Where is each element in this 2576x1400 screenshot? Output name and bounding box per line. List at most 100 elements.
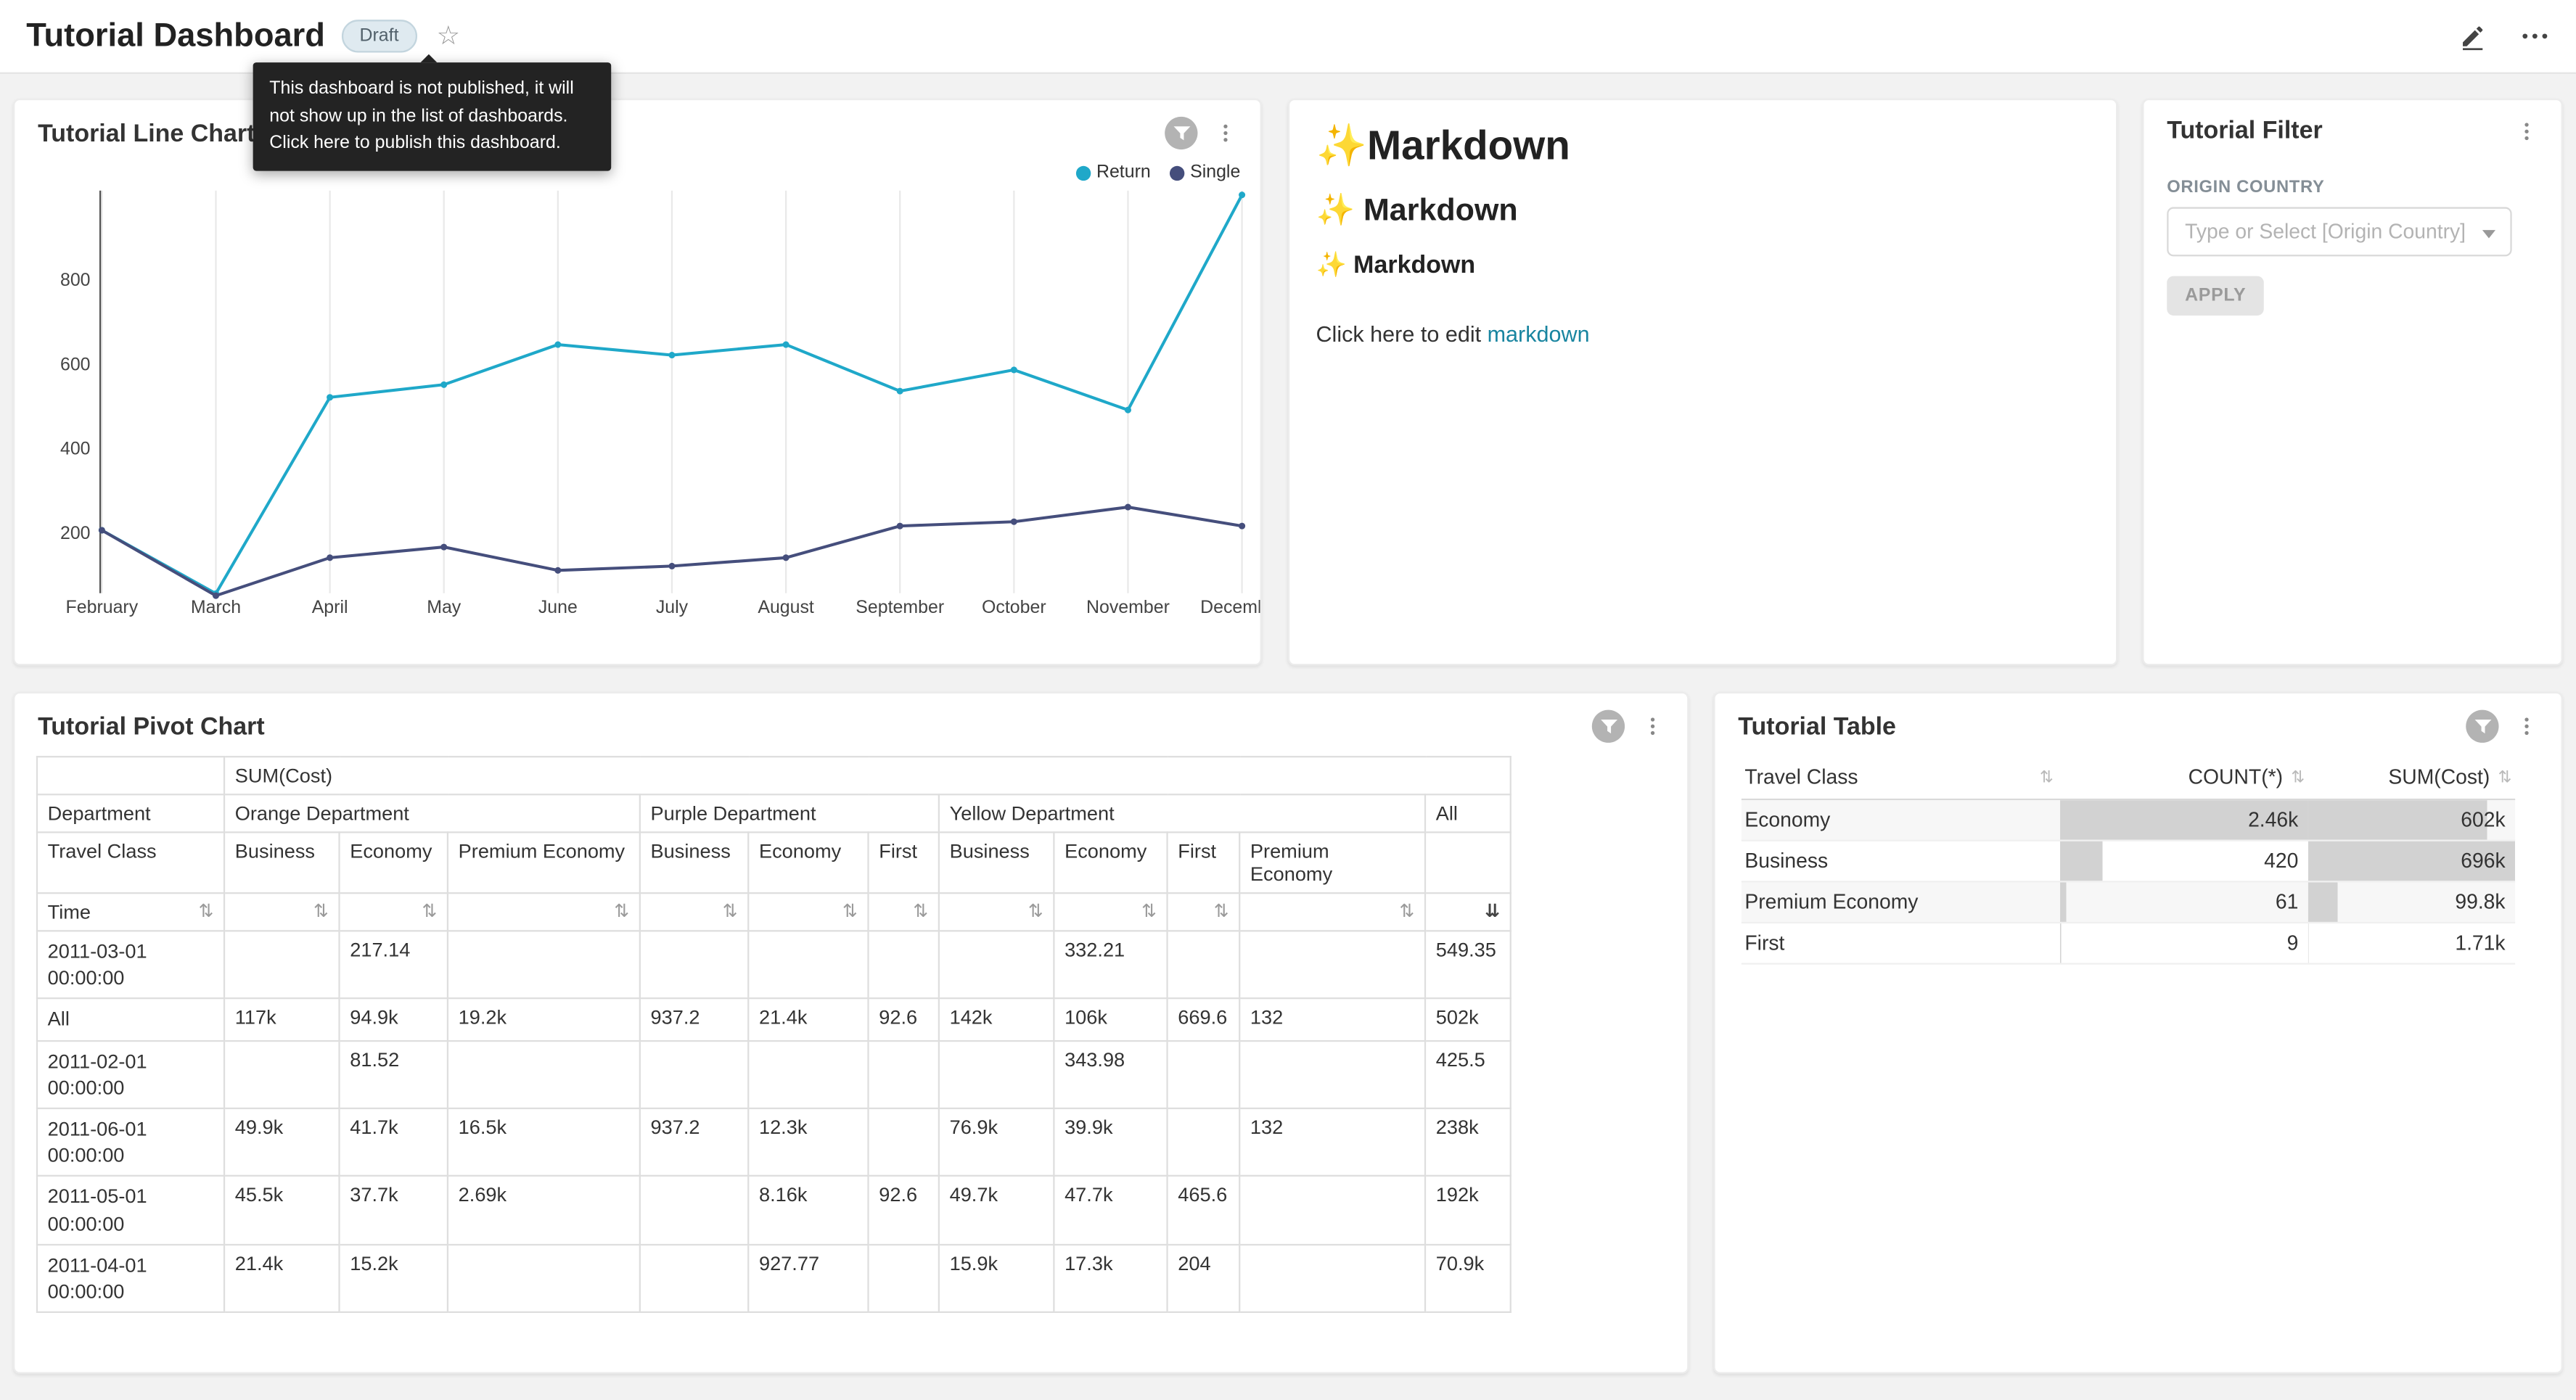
svg-text:September: September bbox=[856, 597, 944, 617]
pivot-cell bbox=[1168, 1108, 1240, 1177]
pivot-data-row: 2011-04-01 00:00:0021.4k15.2k927.7715.9k… bbox=[37, 1244, 1511, 1312]
pivot-cell bbox=[869, 1244, 939, 1312]
cell-sum-cost: 99.8k bbox=[2308, 882, 2515, 921]
favorite-star-icon[interactable]: ☆ bbox=[437, 20, 460, 52]
pivot-cell bbox=[640, 931, 748, 999]
panel-icons bbox=[2515, 119, 2538, 142]
pivot-cell: 21.4k bbox=[748, 999, 868, 1040]
cell-travel-class: Economy bbox=[1742, 800, 2060, 839]
pivot-row-label: All bbox=[37, 999, 224, 1040]
markdown-paragraph: Click here to edit markdown bbox=[1316, 322, 2089, 347]
pivot-col-header bbox=[1425, 832, 1511, 893]
pivot-cell: 37.7k bbox=[340, 1177, 448, 1245]
panel-icons bbox=[1592, 710, 1665, 743]
pivot-cell bbox=[869, 1040, 939, 1108]
svg-text:600: 600 bbox=[60, 354, 91, 374]
pivot-cell: 15.2k bbox=[340, 1244, 448, 1312]
sort-icon[interactable]: ⇅ bbox=[1141, 900, 1157, 921]
pivot-sort-cell[interactable]: ⇅ bbox=[748, 893, 868, 931]
pivot-table-wrapper[interactable]: SUM(Cost)DepartmentOrange DepartmentPurp… bbox=[36, 756, 1666, 1359]
pivot-cell bbox=[1239, 1244, 1425, 1312]
pivot-cell: 465.6 bbox=[1168, 1177, 1240, 1245]
svg-text:March: March bbox=[191, 597, 241, 617]
pivot-cell: 81.52 bbox=[340, 1040, 448, 1108]
filter-field-label: ORIGIN COUNTRY bbox=[2167, 178, 2538, 197]
pivot-sort-cell[interactable]: ⇅ bbox=[224, 893, 339, 931]
pivot-cell: 2.69k bbox=[448, 1177, 640, 1245]
sort-icon[interactable]: ⇅ bbox=[313, 900, 329, 921]
more-options-icon[interactable] bbox=[2520, 21, 2550, 51]
pivot-row-label: 2011-04-01 00:00:00 bbox=[37, 1244, 224, 1312]
svg-text:April: April bbox=[312, 597, 348, 617]
cell-count: 9 bbox=[2060, 923, 2308, 963]
pivot-cell: 937.2 bbox=[640, 1108, 748, 1177]
table-row: Business420696k bbox=[1742, 841, 2515, 883]
origin-country-select[interactable]: Type or Select [Origin Country] bbox=[2167, 207, 2511, 256]
pivot-cell: 142k bbox=[939, 999, 1054, 1040]
column-header-travel-class[interactable]: Travel Class⇅ bbox=[1742, 756, 2060, 799]
apply-button[interactable]: APPLY bbox=[2167, 276, 2264, 316]
pivot-sort-cell[interactable]: ⇊ bbox=[1425, 893, 1511, 931]
pivot-data-row: 2011-06-01 00:00:0049.9k41.7k16.5k937.21… bbox=[37, 1108, 1511, 1177]
pivot-sort-cell[interactable]: ⇅ bbox=[640, 893, 748, 931]
kebab-menu-icon[interactable] bbox=[2515, 119, 2538, 142]
filter-indicator-icon[interactable] bbox=[2466, 710, 2498, 743]
pivot-col-header: Business bbox=[939, 832, 1054, 893]
pivot-cell bbox=[748, 1040, 868, 1108]
pivot-sort-cell[interactable]: ⇅ bbox=[939, 893, 1054, 931]
pivot-cell bbox=[939, 931, 1054, 999]
filter-indicator-icon[interactable] bbox=[1592, 710, 1625, 743]
pivot-data-row: 2011-03-01 00:00:00217.14332.21549.35 bbox=[37, 931, 1511, 999]
pivot-cell: 343.98 bbox=[1054, 1040, 1167, 1108]
pivot-cell bbox=[1239, 1177, 1425, 1245]
pivot-cell: 41.7k bbox=[340, 1108, 448, 1177]
legend-item-return[interactable]: Return bbox=[1077, 162, 1151, 182]
sort-icon[interactable]: ⇅ bbox=[913, 900, 928, 921]
sort-icon[interactable]: ⇅ bbox=[723, 900, 738, 921]
svg-text:February: February bbox=[66, 597, 139, 617]
legend-label: Single bbox=[1190, 162, 1240, 182]
pivot-sort-cell[interactable]: ⇅ bbox=[448, 893, 640, 931]
edit-pencil-icon[interactable] bbox=[2459, 22, 2487, 51]
pivot-row-dimension[interactable]: Time⇅ bbox=[37, 893, 224, 931]
pivot-sort-cell[interactable]: ⇅ bbox=[1054, 893, 1167, 931]
pivot-group-header: Orange Department bbox=[224, 794, 640, 832]
pivot-col-header: Economy bbox=[1054, 832, 1167, 893]
column-header-count---[interactable]: COUNT(*)⇅ bbox=[2060, 756, 2308, 799]
markdown-h1: ✨Markdown bbox=[1316, 123, 2089, 171]
legend-dot bbox=[1077, 165, 1091, 180]
pivot-cell bbox=[1168, 931, 1240, 999]
cell-travel-class: Premium Economy bbox=[1742, 882, 2060, 921]
pivot-cell: 106k bbox=[1054, 999, 1167, 1040]
column-header-sum-cost-[interactable]: SUM(Cost)⇅ bbox=[2308, 756, 2515, 799]
pivot-cell: 16.5k bbox=[448, 1108, 640, 1177]
table-row: Economy2.46k602k bbox=[1742, 800, 2515, 841]
sort-icon[interactable]: ⇅ bbox=[1214, 900, 1229, 921]
pivot-cell: 132 bbox=[1239, 999, 1425, 1040]
kebab-menu-icon[interactable] bbox=[1641, 715, 1665, 738]
pivot-data-row: All117k94.9k19.2k937.221.4k92.6142k106k6… bbox=[37, 999, 1511, 1040]
pivot-sort-cell[interactable]: ⇅ bbox=[340, 893, 448, 931]
legend-item-single[interactable]: Single bbox=[1170, 162, 1240, 182]
sort-icon[interactable]: ⇅ bbox=[1028, 900, 1043, 921]
pivot-sort-cell[interactable]: ⇅ bbox=[1239, 893, 1425, 931]
svg-text:December: December bbox=[1200, 597, 1260, 617]
pivot-cell: 927.77 bbox=[748, 1244, 868, 1312]
sort-icon[interactable]: ⇅ bbox=[1399, 900, 1414, 921]
pivot-sub-dimension: Travel Class bbox=[37, 832, 224, 893]
pivot-cell bbox=[869, 931, 939, 999]
pivot-sort-cell[interactable]: ⇅ bbox=[869, 893, 939, 931]
sort-icon[interactable]: ⇊ bbox=[1485, 900, 1500, 921]
pivot-metric-header: SUM(Cost) bbox=[224, 757, 1511, 794]
markdown-edit-link[interactable]: markdown bbox=[1488, 322, 1590, 347]
sort-icon[interactable]: ⇅ bbox=[842, 900, 858, 921]
draft-status-badge[interactable]: Draft bbox=[342, 20, 417, 52]
sort-icon[interactable]: ⇅ bbox=[614, 900, 629, 921]
pivot-sort-cell[interactable]: ⇅ bbox=[1168, 893, 1240, 931]
sort-icon[interactable]: ⇅ bbox=[198, 900, 213, 921]
pivot-cell bbox=[1239, 931, 1425, 999]
kebab-menu-icon[interactable] bbox=[2515, 715, 2538, 738]
sort-icon[interactable]: ⇅ bbox=[422, 900, 437, 921]
pivot-corner-cell bbox=[37, 757, 224, 794]
cell-sum-cost: 696k bbox=[2308, 841, 2515, 881]
